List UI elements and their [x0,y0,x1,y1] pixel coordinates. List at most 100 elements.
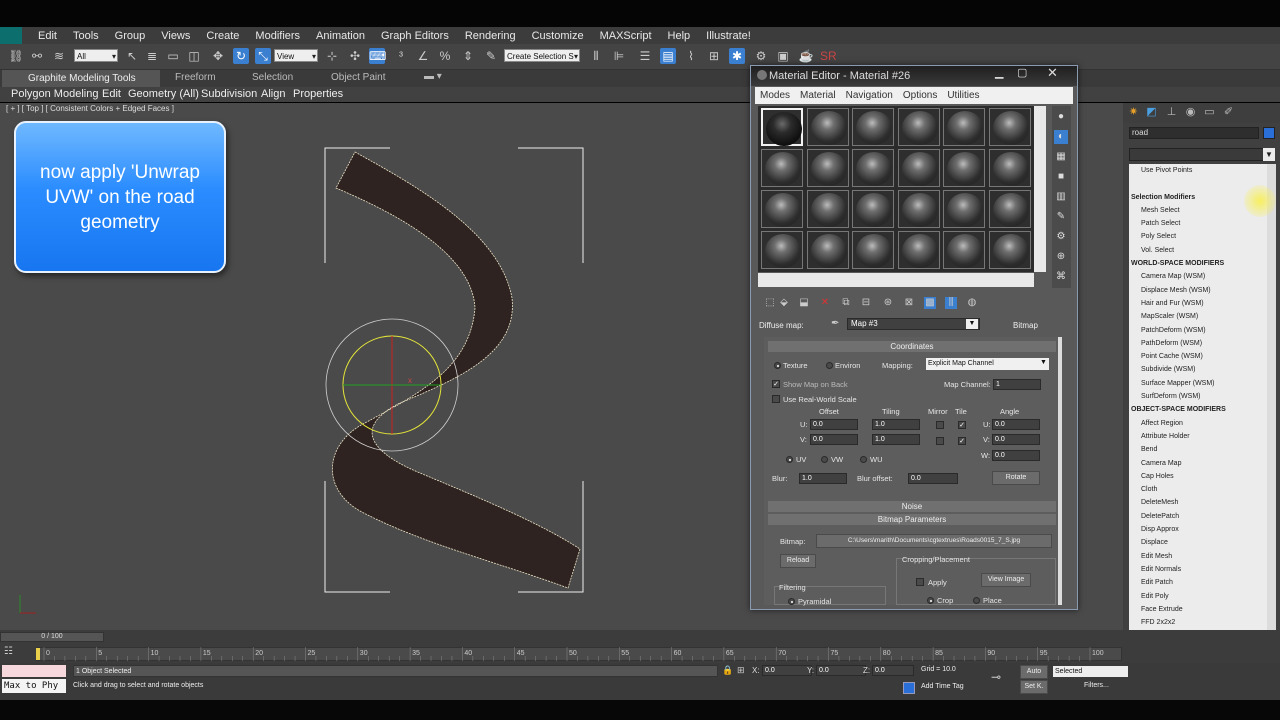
key-filter-dropdown[interactable]: Selected [1053,666,1128,677]
modifier-item[interactable]: Attribute Holder [1129,430,1267,443]
modifier-item[interactable]: Use Pivot Points [1129,164,1267,177]
vw-radio[interactable] [821,456,828,463]
material-sample-slot[interactable] [852,108,894,146]
noise-header[interactable]: Noise [768,501,1056,512]
rect-selection-icon[interactable]: ▭ [165,48,181,64]
menu-create[interactable]: Create [198,30,247,42]
material-sample-slot[interactable] [897,149,940,187]
material-sample-slot[interactable] [988,190,1031,228]
angle-snap-icon[interactable]: ∠ [415,48,431,64]
video-color-check-icon[interactable]: ▥ [1054,190,1068,204]
v-angle-field[interactable]: 0.0 [992,434,1040,445]
material-sample-slot[interactable] [897,108,940,146]
menu-help[interactable]: Help [660,30,699,42]
menu-utilities[interactable]: Utilities [942,90,984,101]
modifier-item[interactable]: Vol. Select [1129,244,1267,257]
material-sample-slot[interactable] [761,231,803,269]
percent-snap-icon[interactable]: % [437,48,453,64]
select-by-material-icon[interactable]: ⊕ [1054,250,1068,264]
material-sample-slot[interactable] [761,108,803,146]
add-time-tag[interactable]: Add Time Tag [921,683,964,690]
material-sample-slot[interactable] [761,190,803,228]
modifier-item[interactable]: Point Cache (WSM) [1129,350,1267,363]
apply-checkbox[interactable] [916,578,924,586]
spinner-snap-icon[interactable]: ⇕ [460,48,476,64]
set-key-button[interactable]: Set K. [1020,680,1048,694]
bitmap-path-button[interactable]: C:\Users\marith\Documents\cgtextrues\Roa… [816,534,1052,548]
modifier-item[interactable]: Displace [1129,536,1267,549]
material-sample-slot[interactable] [806,149,849,187]
modifier-item[interactable]: PatchDeform (WSM) [1129,324,1267,337]
modify-tab-icon[interactable]: ◩ [1145,106,1158,119]
put-to-library-icon[interactable]: ⊟ [860,297,872,309]
rotate-icon[interactable]: ↻ [233,48,249,64]
material-sample-slot[interactable] [852,149,894,187]
utilities-tab-icon[interactable]: ✐ [1222,106,1235,119]
modifier-item[interactable]: Disp Approx [1129,523,1267,536]
options-icon[interactable]: ⚙ [1054,230,1068,244]
named-selection-dropdown[interactable]: Create Selection S [504,49,580,63]
material-sample-slot[interactable] [806,231,849,269]
tab-selection[interactable]: Selection [252,72,293,83]
u-angle-field[interactable]: 0.0 [992,419,1040,430]
modifier-item[interactable]: DeleteMesh [1129,496,1267,509]
menu-options[interactable]: Options [898,90,942,101]
y-coord-field[interactable]: 0.0 [816,665,866,676]
graphite-toggle-icon[interactable]: ▤ [660,48,676,64]
menu-modifiers[interactable]: Modifiers [247,30,308,42]
uv-tiling-icon[interactable]: ■ [1054,170,1068,184]
modifier-item[interactable]: DeletePatch [1129,510,1267,523]
u-tiling-field[interactable]: 1.0 [872,419,920,430]
material-sample-slot[interactable] [943,190,985,228]
modifier-list[interactable]: Use Pivot Points Selection Modifiers Mesh … [1129,164,1267,686]
pivot-icon[interactable]: ⊹ [324,48,340,64]
material-sample-slot[interactable] [761,149,803,187]
maxscript-listener[interactable]: Max to Phy [2,679,66,693]
menu-navigation[interactable]: Navigation [841,90,898,101]
ref-coord-dropdown[interactable]: View [274,49,318,63]
slots-vertical-scrollbar[interactable] [1034,106,1046,272]
tab-graphite-modeling-tools[interactable]: Graphite Modeling Tools [2,70,160,87]
link-icon[interactable]: ⛓ [8,48,24,64]
reload-button[interactable]: Reload [780,554,816,568]
minimize-icon[interactable]: ▁ [995,66,1007,79]
material-sample-slot[interactable] [943,231,985,269]
unlink-icon[interactable]: ⚯ [29,48,45,64]
menu-rendering[interactable]: Rendering [457,30,524,42]
slots-horizontal-scrollbar[interactable] [758,273,1034,287]
uv-radio[interactable] [786,456,793,463]
put-to-scene-icon[interactable]: ⬙ [778,297,790,309]
align-icon[interactable]: ⊫ [611,48,627,64]
material-sample-slot[interactable] [943,149,985,187]
mini-curve-editor-icon[interactable]: ☷ [4,646,18,660]
material-sample-slot[interactable] [988,108,1031,146]
v-offset-field[interactable]: 0.0 [810,434,858,445]
modifier-item[interactable]: Edit Poly [1129,590,1267,603]
assign-to-selection-icon[interactable]: ⬓ [798,297,810,309]
u-tile-checkbox[interactable]: ✓ [958,421,966,429]
modifier-list-dropdown[interactable] [1129,148,1275,161]
material-sample-slot[interactable] [988,231,1031,269]
modifier-item[interactable]: Bend [1129,443,1267,456]
sample-type-icon[interactable]: ● [1054,110,1068,124]
place-radio[interactable] [973,597,980,604]
u-mirror-checkbox[interactable] [936,421,944,429]
material-sample-slot[interactable] [806,190,849,228]
material-sample-slot[interactable] [897,231,940,269]
v-mirror-checkbox[interactable] [936,437,944,445]
environ-radio[interactable] [826,362,833,369]
v-tile-checkbox[interactable]: ✓ [958,437,966,445]
window-crossing-icon[interactable]: ◫ [186,48,202,64]
show-map-on-back-checkbox[interactable]: ✓ [772,380,780,388]
menu-views[interactable]: Views [153,30,198,42]
texture-radio[interactable] [774,362,781,369]
rotate-button[interactable]: Rotate [992,471,1040,485]
motion-tab-icon[interactable]: ◉ [1184,106,1197,119]
menu-group[interactable]: Group [107,30,154,42]
show-end-result-icon[interactable]: ▩ [924,297,936,309]
mirror-icon[interactable]: ⫴ [588,48,604,64]
modifier-item[interactable]: Edit Patch [1129,576,1267,589]
material-sample-slot[interactable] [852,190,894,228]
material-sample-slot[interactable] [852,231,894,269]
map-channel-field[interactable]: 1 [993,379,1041,390]
